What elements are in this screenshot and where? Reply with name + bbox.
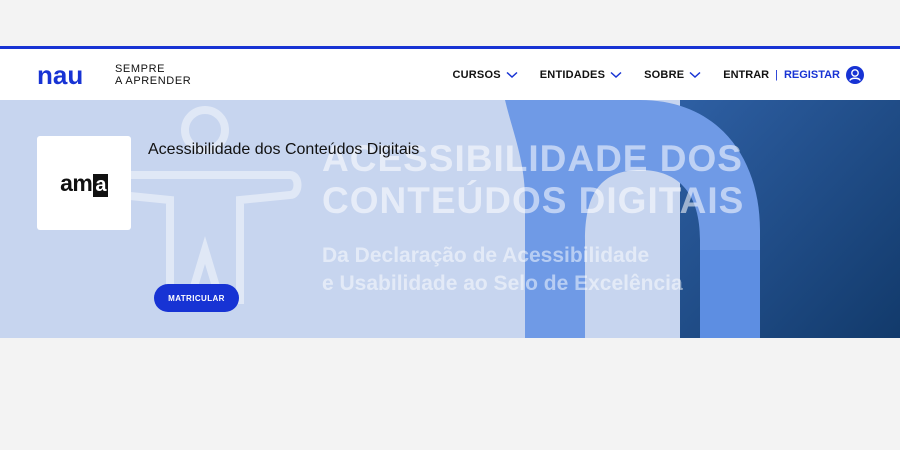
tagline-line2: A APRENDER <box>115 75 192 87</box>
nav-entidades-label: ENTIDADES <box>539 69 606 81</box>
site-header: nau SEMPRE A APRENDER CURSOS ENTIDADES S… <box>0 46 900 100</box>
top-spacer <box>0 0 900 46</box>
ama-logo-part-b: a <box>93 173 108 197</box>
nav-entidades[interactable]: ENTIDADES <box>540 69 622 81</box>
nau-logo-mark: nau <box>37 64 83 86</box>
nav-separator: | <box>775 69 778 81</box>
logo-tagline: SEMPRE A APRENDER <box>115 63 191 87</box>
nav-cursos[interactable]: CURSOS <box>453 69 518 81</box>
banner-subtitle: Da Declaração de Acessibilidade e Usabil… <box>322 242 842 298</box>
nav-cursos-label: CURSOS <box>452 69 501 81</box>
tagline-line1: SEMPRE <box>115 63 166 75</box>
register-link[interactable]: REGISTAR <box>784 69 840 81</box>
chevron-down-icon <box>506 71 518 79</box>
enroll-button[interactable]: MATRICULAR <box>154 284 239 312</box>
nav-sobre-label: SOBRE <box>644 69 685 81</box>
login-link[interactable]: ENTRAR <box>723 69 769 81</box>
chevron-down-icon <box>610 71 622 79</box>
course-title: Acessibilidade dos Conteúdos Digitais <box>148 141 420 158</box>
nav-sobre[interactable]: SOBRE <box>644 69 701 81</box>
banner-headline-line2: CONTEÚDOS DIGITAIS <box>322 180 745 221</box>
chevron-down-icon <box>689 71 701 79</box>
banner-subtitle-line1: Da Declaração de Acessibilidade <box>322 244 650 267</box>
course-hero-banner: ACESSIBILIDADE DOS CONTEÚDOS DIGITAIS Da… <box>0 100 900 338</box>
svg-text:nau: nau <box>37 64 83 86</box>
organization-logo-card[interactable]: am a <box>37 136 131 230</box>
user-circle-icon[interactable] <box>846 66 864 84</box>
banner-subtitle-line2: e Usabilidade ao Selo de Excelência <box>322 272 683 295</box>
main-nav: CURSOS ENTIDADES SOBRE ENTRAR | REGISTAR <box>453 66 864 84</box>
ama-logo: am a <box>60 170 108 197</box>
nau-logo[interactable]: nau SEMPRE A APRENDER <box>37 63 191 87</box>
page-content-area <box>0 338 900 450</box>
ama-logo-part-a: am <box>60 169 93 196</box>
